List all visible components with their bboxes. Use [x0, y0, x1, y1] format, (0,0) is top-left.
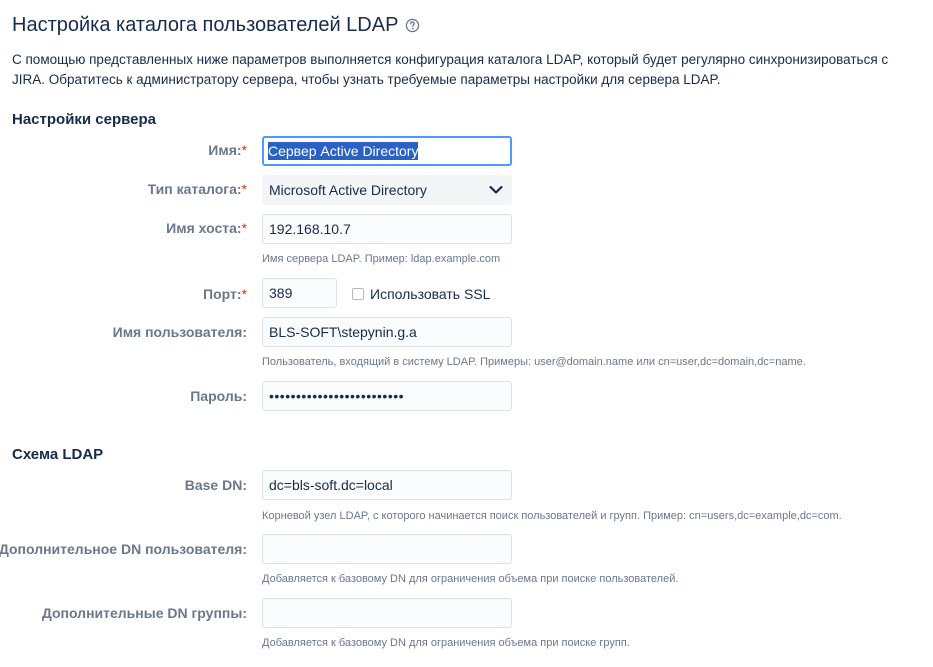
- hostname-input[interactable]: 192.168.10.7: [262, 214, 512, 244]
- directory-type-value: Microsoft Active Directory: [269, 182, 427, 198]
- port-input[interactable]: 389: [262, 278, 337, 308]
- required-mark: *: [241, 181, 247, 197]
- required-mark: *: [241, 286, 247, 302]
- name-label: Имя:*: [208, 142, 247, 158]
- username-label: Имя пользователя:: [112, 324, 247, 340]
- directory-type-select[interactable]: Microsoft Active Directory: [262, 175, 512, 205]
- username-value: BLS-SOFT\stepynin.g.a: [269, 324, 417, 340]
- additional-group-dn-label: Дополнительные DN группы:: [41, 605, 247, 621]
- ssl-checkbox-label[interactable]: Использовать SSL: [370, 286, 490, 302]
- page-title: Настройка каталога пользователей LDAP: [12, 14, 420, 37]
- username-hint: Пользователь, входящий в систему LDAP. П…: [262, 356, 806, 368]
- page-title-text: Настройка каталога пользователей LDAP: [12, 14, 399, 36]
- base-dn-hint: Корневой узел LDAP, с которого начинаетс…: [262, 510, 842, 522]
- chevron-down-icon: [489, 185, 503, 194]
- additional-user-dn-input[interactable]: [262, 534, 512, 564]
- name-input-value: Сервер Active Directory: [268, 142, 419, 160]
- hostname-hint: Имя сервера LDAP. Пример: ldap.example.c…: [262, 253, 501, 265]
- section-heading-server: Настройки сервера: [12, 111, 157, 128]
- password-label: Пароль:: [190, 388, 247, 404]
- base-dn-label: Base DN:: [184, 477, 247, 493]
- port-value: 389: [269, 285, 293, 301]
- base-dn-value: dc=bls-soft.dc=local: [269, 477, 393, 493]
- ssl-checkbox[interactable]: [352, 288, 364, 300]
- name-input[interactable]: Сервер Active Directory: [262, 136, 512, 166]
- required-mark: *: [241, 142, 247, 158]
- required-mark: *: [241, 220, 247, 236]
- intro-text: С помощью представленных ниже параметров…: [12, 52, 889, 87]
- additional-group-dn-input[interactable]: [262, 598, 512, 628]
- section-heading-schema: Схема LDAP: [12, 446, 104, 463]
- username-input[interactable]: BLS-SOFT\stepynin.g.a: [262, 317, 512, 347]
- additional-group-dn-hint: Добавляется к базовому DN для ограничени…: [262, 637, 630, 649]
- directory-type-label: Тип каталога:*: [147, 181, 247, 197]
- password-input[interactable]: •••••••••••••••••••••••••: [262, 381, 512, 411]
- question-circle-icon[interactable]: [405, 18, 420, 33]
- port-label: Порт:*: [203, 286, 247, 302]
- hostname-label: Имя хоста:*: [166, 220, 247, 236]
- additional-user-dn-hint: Добавляется к базовому DN для ограничени…: [262, 573, 679, 585]
- base-dn-input[interactable]: dc=bls-soft.dc=local: [262, 470, 512, 500]
- additional-user-dn-label: Дополнительное DN пользователя:: [0, 541, 247, 557]
- password-value: •••••••••••••••••••••••••: [269, 388, 405, 404]
- hostname-value: 192.168.10.7: [269, 221, 351, 237]
